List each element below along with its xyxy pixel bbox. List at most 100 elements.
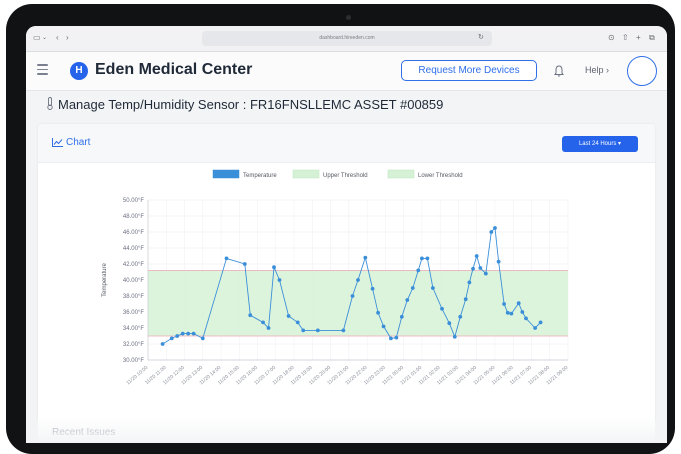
help-menu[interactable]: Help ›	[585, 65, 609, 75]
temperature-point-53	[533, 326, 538, 330]
legend-swatch-0	[212, 169, 240, 179]
brand-name[interactable]: Eden Medical Center	[95, 61, 252, 79]
temperature-point-10	[261, 320, 265, 325]
legend-label-2: Lower Threshold	[418, 173, 463, 179]
y-axis-label: Temperature	[102, 262, 108, 296]
bell-icon[interactable]	[552, 64, 566, 78]
chart-card: Chart Last 24 Hours ▾ Temperature Upper T…	[38, 124, 655, 424]
title-bar: Manage Temp/Humidity Sensor : FR16FNSLLE…	[26, 91, 667, 118]
y-tick-label-0: 50.00°F	[123, 198, 144, 204]
address-bar[interactable]: dashboard.hireeden.com	[202, 31, 492, 46]
temperature-point-50	[516, 301, 521, 306]
brand-logo-icon[interactable]: H	[70, 62, 88, 80]
legend-swatch-2	[387, 169, 415, 179]
chevron-down-icon[interactable]: ⌄	[42, 33, 47, 43]
chart-card-header: Chart Last 24 Hours ▾	[38, 124, 655, 163]
temperature-point-36	[452, 334, 457, 339]
temperature-point-37	[458, 314, 463, 319]
forward-icon[interactable]: ›	[66, 33, 69, 43]
temperature-point-14	[286, 314, 291, 318]
browser-toolbar: ▭ ⌄ ‹ › ⛉ dashboard.hireeden.com ↻ ⊙ ⇧ +…	[26, 26, 667, 52]
temperature-point-38	[463, 297, 468, 302]
chart-tab[interactable]: Chart	[52, 137, 90, 148]
y-tick-label-9: 32.00°F	[123, 342, 144, 348]
temperature-point-2	[175, 334, 180, 338]
legend-label-0: Temperature	[243, 173, 277, 179]
y-tick-label-7: 36.00°F	[123, 310, 144, 316]
temperature-point-44	[489, 230, 494, 234]
camera-dot	[346, 15, 351, 20]
y-tick-label-2: 46.00°F	[123, 230, 144, 236]
temperature-point-27	[399, 314, 404, 319]
y-tick-label-10: 30.00°F	[123, 358, 144, 364]
temperature-point-21	[363, 255, 368, 260]
temperature-point-47	[502, 302, 506, 306]
temperature-point-4	[186, 331, 191, 336]
y-tick-label-5: 40.00°F	[123, 278, 144, 284]
temperature-point-24	[381, 324, 386, 329]
temperature-point-49	[509, 311, 514, 316]
temperature-point-17	[315, 328, 320, 333]
temperature-point-40	[471, 266, 475, 271]
temperature-chart: Temperature Upper Threshold Lower Threshol…	[102, 169, 569, 386]
y-tick-label-8: 34.00°F	[123, 326, 144, 332]
temperature-point-30	[416, 268, 421, 273]
y-tick-label-1: 48.00°F	[123, 214, 144, 220]
request-more-devices-button[interactable]: Request More Devices	[401, 60, 537, 81]
temperature-point-51	[520, 310, 525, 314]
time-range-dropdown[interactable]: Last 24 Hours ▾	[562, 136, 638, 152]
temperature-point-18	[341, 328, 346, 333]
temperature-point-45	[493, 226, 497, 230]
y-tick-label-4: 42.00°F	[123, 262, 144, 268]
temperature-point-0	[160, 342, 165, 346]
browser-screen: ▭ ⌄ ‹ › ⛉ dashboard.hireeden.com ↻ ⊙ ⇧ +…	[26, 26, 667, 443]
temperature-point-6	[200, 336, 205, 341]
temperature-point-39	[467, 280, 472, 285]
temperature-point-52	[524, 316, 528, 321]
recent-issues-card: Recent Issues	[38, 411, 655, 441]
back-icon[interactable]: ‹	[56, 33, 59, 43]
temperature-point-41	[474, 254, 479, 258]
temperature-point-13	[277, 278, 282, 282]
temperature-point-31	[420, 256, 424, 261]
legend-swatch-1	[292, 169, 320, 179]
new-tab-icon[interactable]: +	[636, 33, 641, 43]
legend-label-1: Upper Threshold	[323, 173, 368, 179]
tabs-icon[interactable]: ⧉	[649, 33, 655, 43]
temperature-point-8	[242, 262, 247, 266]
temperature-point-20	[356, 278, 360, 282]
app-header: H Eden Medical Center Request More Devic…	[26, 52, 667, 91]
y-tick-label-6: 38.00°F	[123, 294, 144, 300]
temperature-point-43	[483, 271, 488, 276]
y-tick-label-3: 44.00°F	[123, 246, 144, 252]
avatar[interactable]	[627, 56, 657, 86]
temperature-point-35	[447, 321, 452, 326]
temperature-point-34	[440, 306, 444, 311]
temperature-point-46	[496, 259, 501, 264]
temperature-point-25	[388, 336, 393, 341]
temperature-point-9	[248, 313, 253, 318]
temperature-point-32	[425, 256, 430, 261]
temperature-point-28	[405, 298, 410, 302]
menu-icon[interactable]	[37, 64, 48, 78]
temperature-point-23	[376, 310, 380, 315]
temperature-point-22	[370, 286, 375, 291]
laptop-frame: ▭ ⌄ ‹ › ⛉ dashboard.hireeden.com ↻ ⊙ ⇧ +…	[6, 4, 675, 454]
temperature-point-1	[169, 336, 174, 341]
temperature-point-29	[410, 286, 415, 290]
thermometer-icon	[47, 97, 53, 110]
temperature-point-11	[266, 326, 271, 330]
temperature-point-12	[272, 265, 276, 270]
temperature-point-42	[478, 266, 483, 270]
share-icon[interactable]: ⇧	[622, 33, 629, 43]
temperature-point-26	[394, 335, 399, 340]
chart-tab-label: Chart	[66, 137, 91, 148]
reload-icon[interactable]: ↻	[478, 33, 484, 43]
sidebar-icon[interactable]: ▭	[33, 33, 41, 43]
temperature-point-48	[505, 310, 510, 315]
temperature-point-3	[180, 331, 185, 336]
temperature-point-16	[301, 328, 306, 333]
temperature-point-19	[350, 294, 355, 298]
download-icon[interactable]: ⊙	[608, 33, 615, 43]
temperature-point-33	[430, 286, 435, 290]
